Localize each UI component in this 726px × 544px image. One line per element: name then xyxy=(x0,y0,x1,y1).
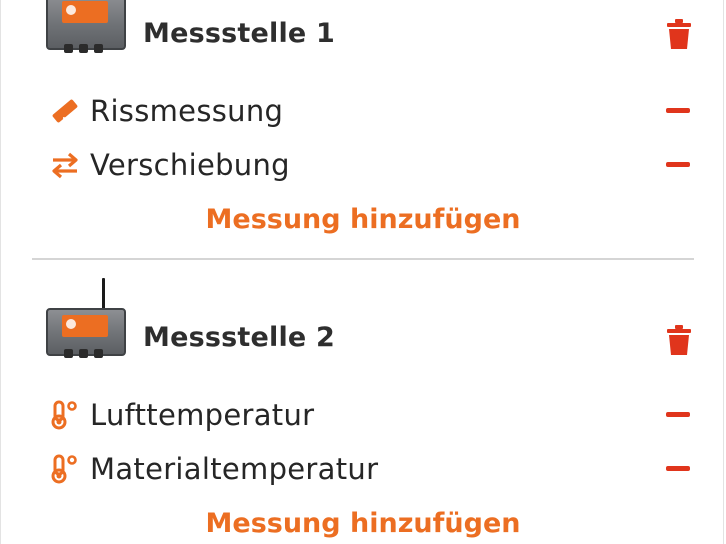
station-title: Messstelle 2 xyxy=(143,322,336,353)
device-logo xyxy=(62,1,108,23)
ruler-icon xyxy=(50,96,80,126)
device-box xyxy=(46,308,126,358)
measurement-label: Lufttemperatur xyxy=(90,398,315,432)
thermometer-icon xyxy=(50,454,80,484)
trash-icon[interactable] xyxy=(664,18,694,50)
remove-measurement-button[interactable] xyxy=(666,108,690,113)
arrows-left-right-icon xyxy=(50,150,80,180)
measurement-row[interactable]: Materialtemperatur xyxy=(50,452,700,486)
add-measurement-button[interactable]: Messung hinzufügen xyxy=(0,508,726,539)
trash-icon[interactable] xyxy=(664,324,694,356)
thermometer-icon xyxy=(50,400,80,430)
device-box xyxy=(46,0,126,53)
measurement-label: Verschiebung xyxy=(90,148,290,182)
device-plugs xyxy=(64,38,109,57)
remove-measurement-button[interactable] xyxy=(666,466,690,471)
device-plugs xyxy=(64,343,109,362)
divider xyxy=(32,258,694,260)
device-image xyxy=(44,278,128,360)
measurement-row[interactable]: Verschiebung xyxy=(50,148,700,182)
device-logo xyxy=(62,315,108,337)
station-title: Messstelle 1 xyxy=(143,18,336,49)
measurement-row[interactable]: Lufttemperatur xyxy=(50,398,700,432)
remove-measurement-button[interactable] xyxy=(666,162,690,167)
add-measurement-button[interactable]: Messung hinzufügen xyxy=(0,204,726,235)
measurement-label: Materialtemperatur xyxy=(90,452,379,486)
remove-measurement-button[interactable] xyxy=(666,412,690,417)
device-image xyxy=(44,0,128,68)
antenna xyxy=(102,278,105,312)
measurement-label: Rissmessung xyxy=(90,94,284,128)
measurement-row[interactable]: Rissmessung xyxy=(50,94,700,128)
